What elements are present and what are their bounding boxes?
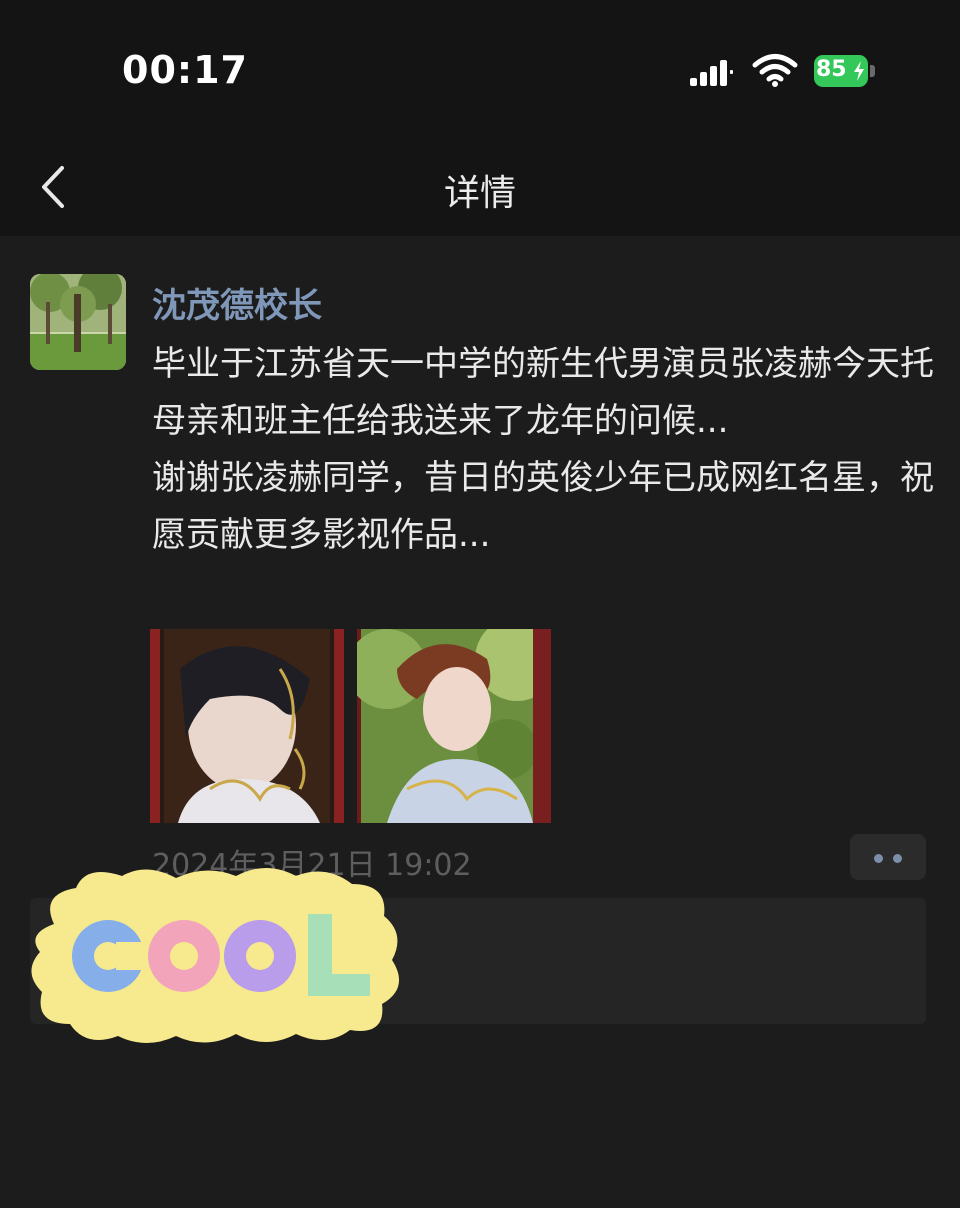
battery-cap — [870, 65, 875, 77]
author-name[interactable]: 沈茂德校长 — [152, 278, 322, 327]
status-bar: 00:17 85 — [0, 0, 960, 140]
nav-bar: 详情 — [0, 140, 960, 236]
more-dots-icon — [874, 854, 883, 863]
post-text: 毕业于江苏省天一中学的新生代男演员张凌赫今天托母亲和班主任给我送来了龙年的问候.… — [152, 336, 942, 564]
status-time: 00:17 — [122, 48, 248, 92]
more-actions-button[interactable] — [850, 834, 926, 880]
wifi-icon — [752, 54, 798, 87]
signal-icon — [690, 60, 733, 86]
page-title: 详情 — [443, 173, 516, 214]
cool-sticker — [31, 868, 400, 1043]
post-paragraph: 毕业于江苏省天一中学的新生代男演员张凌赫今天托母亲和班主任给我送来了龙年的问候.… — [152, 344, 934, 441]
avatar[interactable] — [30, 274, 126, 370]
post-photo[interactable] — [150, 629, 344, 823]
post-photo[interactable] — [357, 629, 551, 823]
battery-body: 85 — [814, 55, 868, 87]
battery-icon: 85 — [814, 55, 876, 89]
battery-level: 85 — [816, 57, 847, 82]
charging-bolt-icon — [854, 61, 864, 81]
more-dots-icon — [893, 854, 902, 863]
post-paragraph: 谢谢张凌赫同学，昔日的英俊少年已成网红名星，祝愿贡献更多影视作品... — [152, 458, 934, 555]
moment-detail: 沈茂德校长 毕业于江苏省天一中学的新生代男演员张凌赫今天托母亲和班主任给我送来了… — [0, 236, 960, 1208]
